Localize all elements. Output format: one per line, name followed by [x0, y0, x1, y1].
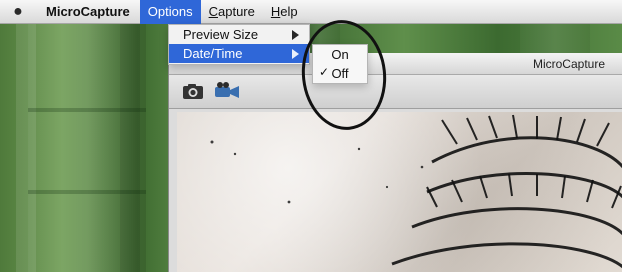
chevron-right-icon: [292, 29, 299, 40]
window-title: MicroCapture: [532, 57, 605, 71]
window-toolbar: [169, 75, 622, 109]
menu-item-label: Preview Size: [183, 27, 259, 42]
screen: MicroCapture ● MicroCapture Options Capt…: [0, 0, 622, 272]
menu-bar: ● MicroCapture Options Capture Help: [0, 0, 622, 24]
camera-button[interactable]: [181, 81, 205, 101]
apple-menu[interactable]: ●: [0, 0, 36, 24]
menu-capture[interactable]: Capture: [201, 0, 263, 24]
chevron-right-icon: [292, 48, 299, 59]
video-button[interactable]: [213, 81, 239, 101]
app-menu[interactable]: MicroCapture: [36, 0, 140, 24]
menu-item-preview-size[interactable]: Preview Size: [169, 25, 309, 44]
camera-icon: [183, 84, 203, 99]
menu-item-label: Date/Time: [183, 46, 243, 61]
bamboo-stalk: [28, 24, 146, 272]
menu-help[interactable]: Help: [263, 0, 306, 24]
preview-image: [210, 114, 622, 269]
camera-preview: [177, 112, 622, 272]
apple-logo-icon: ●: [13, 2, 23, 20]
video-camera-icon: [215, 82, 239, 98]
bamboo-node: [28, 108, 146, 112]
options-dropdown: Preview Size Date/Time: [168, 24, 310, 65]
menu-item-date-time[interactable]: Date/Time: [169, 44, 309, 63]
bamboo-node: [28, 190, 146, 194]
menu-options[interactable]: Options: [139, 0, 201, 24]
app-window: MicroCapture: [168, 53, 622, 272]
